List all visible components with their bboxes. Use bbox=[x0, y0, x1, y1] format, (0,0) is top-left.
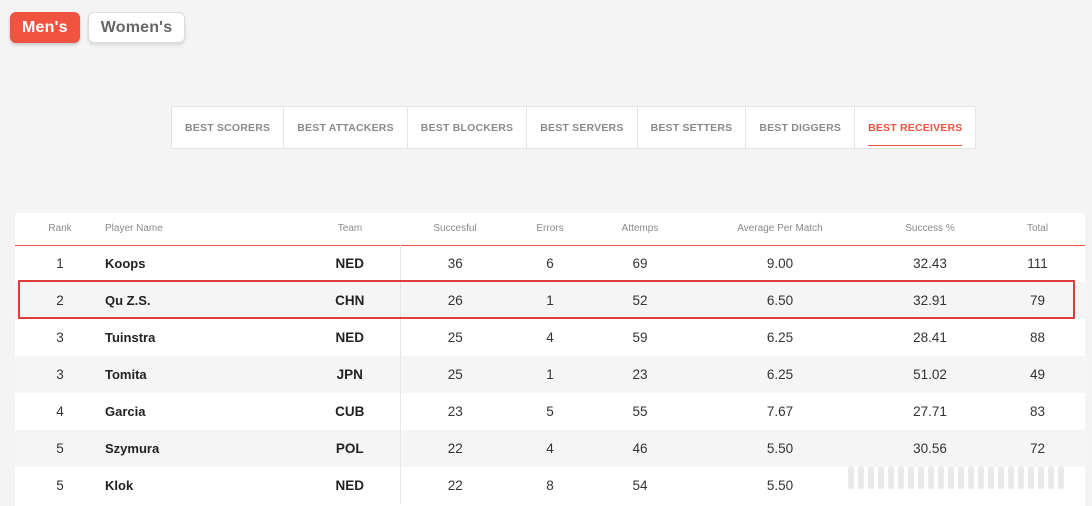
cell-success-pct: 32.91 bbox=[913, 293, 947, 308]
table-row[interactable]: 4 Garcia CUB 23 5 55 7.67 27.71 83 bbox=[15, 393, 1085, 430]
cell-errors: 1 bbox=[546, 367, 554, 382]
cell-player-name[interactable]: Tomita bbox=[105, 356, 300, 393]
cell-successful: 25 bbox=[447, 367, 463, 382]
table-header-row: Rank Player Name Team Succesful Errors A… bbox=[15, 213, 1085, 245]
cell-team: CUB bbox=[300, 393, 401, 430]
header-rank: Rank bbox=[48, 223, 72, 235]
table-row[interactable]: 3 Tuinstra NED 25 4 59 6.25 28.41 88 bbox=[15, 319, 1085, 356]
cell-total: 83 bbox=[1029, 404, 1046, 419]
cell-successful: 23 bbox=[447, 404, 463, 419]
cell-successful: 25 bbox=[447, 330, 463, 345]
cell-errors: 8 bbox=[546, 478, 554, 493]
cell-attempts: 54 bbox=[632, 478, 648, 493]
cell-average-per-match: 5.50 bbox=[766, 441, 794, 456]
cell-success-pct: 27.71 bbox=[913, 404, 947, 419]
tab-best-receivers[interactable]: BEST RECEIVERS bbox=[855, 107, 975, 148]
cell-team: NED bbox=[300, 467, 401, 504]
cell-rank: 5 bbox=[56, 441, 64, 456]
cell-successful: 26 bbox=[447, 293, 463, 308]
watermark bbox=[848, 462, 1083, 494]
cell-errors: 5 bbox=[546, 404, 554, 419]
tab-best-servers[interactable]: BEST SERVERS bbox=[527, 107, 638, 148]
cell-average-per-match: 6.25 bbox=[766, 367, 794, 382]
cell-success-pct: 28.41 bbox=[913, 330, 947, 345]
table-row[interactable]: 3 Tomita JPN 25 1 23 6.25 51.02 49 bbox=[15, 356, 1085, 393]
header-average-per-match: Average Per Match bbox=[737, 223, 823, 235]
category-tabs: BEST SCORERS BEST ATTACKERS BEST BLOCKER… bbox=[171, 106, 977, 149]
tab-best-setters[interactable]: BEST SETTERS bbox=[638, 107, 747, 148]
cell-team: CHN bbox=[300, 282, 401, 319]
cell-attempts: 69 bbox=[632, 256, 648, 272]
cell-average-per-match: 7.67 bbox=[766, 404, 794, 419]
cell-average-per-match: 5.50 bbox=[766, 478, 794, 493]
tab-best-blockers[interactable]: BEST BLOCKERS bbox=[408, 107, 528, 148]
cell-attempts: 52 bbox=[632, 293, 648, 308]
tab-best-attackers[interactable]: BEST ATTACKERS bbox=[284, 107, 408, 148]
cell-player-name[interactable]: Tuinstra bbox=[105, 319, 300, 356]
cell-attempts: 46 bbox=[632, 441, 648, 456]
cell-total: 111 bbox=[1027, 256, 1048, 272]
cell-total: 88 bbox=[1029, 330, 1046, 345]
header-player-name: Player Name bbox=[105, 223, 163, 235]
cell-attempts: 23 bbox=[632, 367, 648, 382]
cell-successful: 36 bbox=[447, 256, 463, 272]
cell-total: 49 bbox=[1029, 367, 1046, 382]
cell-successful: 22 bbox=[447, 441, 463, 456]
cell-rank: 4 bbox=[56, 404, 64, 419]
cell-team: NED bbox=[300, 245, 401, 282]
header-attempts: Attemps bbox=[621, 223, 659, 235]
cell-total: 79 bbox=[1029, 293, 1046, 308]
cell-errors: 4 bbox=[546, 330, 554, 345]
cell-rank: 5 bbox=[56, 478, 64, 493]
gender-toggle: Men's Women's bbox=[10, 12, 186, 43]
cell-player-name[interactable]: Klok bbox=[105, 467, 300, 504]
header-successful: Succesful bbox=[433, 223, 477, 235]
table-row[interactable]: 2 Qu Z.S. CHN 26 1 52 6.50 32.91 79 bbox=[15, 282, 1085, 319]
cell-rank: 3 bbox=[56, 367, 64, 382]
cell-errors: 6 bbox=[546, 256, 554, 272]
cell-player-name[interactable]: Koops bbox=[105, 245, 300, 282]
cell-player-name[interactable]: Qu Z.S. bbox=[105, 282, 300, 319]
cell-team: POL bbox=[300, 430, 401, 467]
cell-average-per-match: 9.00 bbox=[766, 256, 794, 272]
cell-team: NED bbox=[300, 319, 401, 356]
cell-rank: 3 bbox=[56, 330, 64, 345]
header-team: Team bbox=[337, 223, 363, 235]
tab-best-diggers[interactable]: BEST DIGGERS bbox=[746, 107, 856, 148]
cell-team: JPN bbox=[300, 356, 401, 393]
cell-attempts: 55 bbox=[632, 404, 648, 419]
cell-attempts: 59 bbox=[632, 330, 648, 345]
header-total: Total bbox=[1026, 223, 1049, 235]
cell-success-pct: 32.43 bbox=[913, 256, 947, 272]
cell-rank: 1 bbox=[56, 256, 64, 272]
stats-page: Men's Women's BEST SCORERS BEST ATTACKER… bbox=[0, 0, 1092, 506]
cell-player-name[interactable]: Garcia bbox=[105, 393, 300, 430]
cell-errors: 1 bbox=[546, 293, 554, 308]
table-row[interactable]: 1 Koops NED 36 6 69 9.00 32.43 111 bbox=[15, 245, 1085, 282]
womens-button[interactable]: Women's bbox=[87, 12, 186, 43]
header-errors: Errors bbox=[536, 223, 564, 235]
cell-errors: 4 bbox=[546, 441, 554, 456]
cell-average-per-match: 6.25 bbox=[766, 330, 794, 345]
cell-average-per-match: 6.50 bbox=[766, 293, 794, 308]
cell-success-pct: 51.02 bbox=[913, 367, 947, 382]
cell-player-name[interactable]: Szymura bbox=[105, 430, 300, 467]
header-success-pct: Success % bbox=[905, 223, 955, 235]
tab-best-scorers[interactable]: BEST SCORERS bbox=[172, 107, 285, 148]
cell-successful: 22 bbox=[447, 478, 463, 493]
mens-button[interactable]: Men's bbox=[10, 12, 80, 43]
cell-rank: 2 bbox=[56, 293, 64, 308]
